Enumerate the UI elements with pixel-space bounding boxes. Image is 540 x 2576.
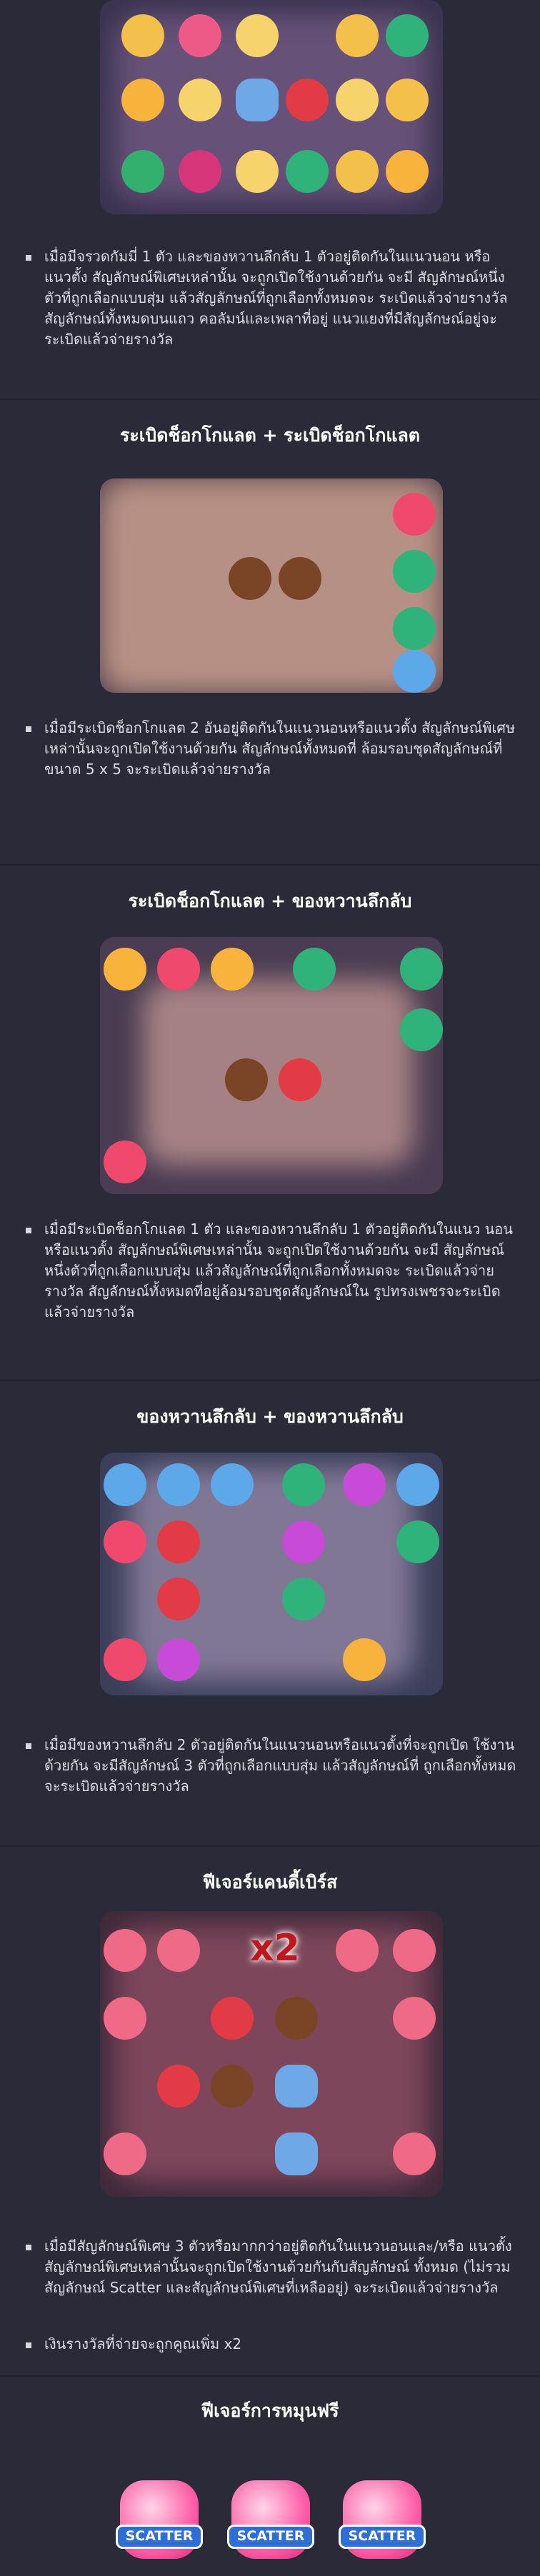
candy-icon [179, 14, 221, 57]
scatter-label: SCATTER [227, 2525, 314, 2549]
star-candy-icon [104, 1520, 146, 1563]
candy-icon [336, 1929, 379, 1972]
section-title: ฟีเจอร์แคนดี้เบิร์ส [202, 1872, 338, 1893]
mystery-candy-icon [157, 1520, 200, 1563]
candy-icon [104, 2133, 146, 2175]
rocket-icon [275, 2133, 318, 2175]
candy-icon [121, 14, 164, 57]
candy-icon [157, 1463, 200, 1506]
game-board-illustration [100, 1453, 443, 1695]
section-title: ของหวานลึกลับ + ของหวานลึกลับ [136, 1406, 404, 1427]
candy-icon [386, 79, 429, 121]
candy-icon [121, 150, 164, 193]
candy-icon [121, 79, 164, 121]
star-candy-icon [104, 1141, 146, 1183]
candy-icon [157, 1929, 200, 1972]
candy-icon [179, 79, 221, 121]
game-board-illustration: x2 [100, 1911, 443, 2197]
rule-text: เมื่อมีระเบิดช็อกโกแลต 2 อันอยู่ติดกันใน… [26, 718, 517, 780]
scatter-icon: SCATTER [116, 2480, 203, 2559]
multiplier-badge: x2 [250, 1927, 300, 1970]
candy-icon [396, 1520, 439, 1563]
candy-icon [393, 650, 436, 693]
candy-icon [336, 79, 379, 121]
candy-icon [336, 150, 379, 193]
chocolate-bomb-icon [211, 2065, 254, 2108]
mystery-candy-icon [279, 1058, 321, 1101]
scatter-label: SCATTER [116, 2525, 203, 2549]
section-choco-mystery: ระเบิดช็อกโกแลต + ของหวานลึกลับ เมื่อมีร… [0, 866, 540, 1380]
candy-icon [293, 948, 336, 991]
chocolate-bomb-icon [229, 557, 271, 600]
scatter-icon: SCATTER [227, 2480, 314, 2559]
rocket-icon [236, 79, 279, 121]
candy-icon [104, 948, 146, 991]
rule-text: เมื่อมีของหวานลึกลับ 2 ตัวอยู่ติดกันในแน… [26, 1735, 517, 1797]
mystery-candy-icon [286, 79, 329, 121]
rocket-icon [275, 2065, 318, 2108]
candy-icon [104, 1997, 146, 2040]
section-mystery-mystery: ของหวานลึกลับ + ของหวานลึกลับ เมื่อมีของ… [0, 1381, 540, 1845]
candy-icon [336, 14, 379, 57]
rule-text: เมื่อมีสัญลักษณ์พิเศษ 3 ตัวหรือมากกว่าอย… [26, 2236, 517, 2298]
candy-icon [343, 1463, 386, 1506]
candy-icon [286, 150, 329, 193]
mystery-candy-icon [211, 1997, 254, 2040]
candy-icon [343, 1638, 386, 1681]
candy-icon [282, 1520, 325, 1563]
section-title: ฟีเจอร์การหมุนฟรี [201, 2400, 339, 2421]
candy-icon [393, 607, 436, 650]
game-board-illustration [100, 478, 443, 693]
candy-icon [386, 150, 429, 193]
section-free-spins: ฟีเจอร์การหมุนฟรี SCATTER SCATTER SCATTE… [0, 2377, 540, 2576]
candy-icon [157, 948, 200, 991]
candy-icon [393, 1929, 436, 1972]
candy-icon [104, 1638, 146, 1681]
section-choco-choco: ระเบิดช็อกโกแลต + ระเบิดช็อกโกแลต เมื่อม… [0, 400, 540, 864]
chocolate-bomb-icon [225, 1058, 268, 1101]
candy-icon [396, 1463, 439, 1506]
candy-icon [393, 1997, 436, 2040]
mystery-candy-icon [157, 1578, 200, 1620]
candy-icon [400, 948, 443, 991]
star-candy-icon [393, 493, 436, 536]
rule-text: เงินรางวัลที่จ่ายจะถูกคูณเพิ่ม x2 [26, 2334, 517, 2355]
candy-icon [104, 1929, 146, 1972]
game-board-illustration [100, 937, 443, 1194]
candy-icon [393, 550, 436, 593]
section-title: ระเบิดช็อกโกแลต + ของหวานลึกลับ [128, 891, 412, 911]
section-candy-burst: ฟีเจอร์แคนดี้เบิร์ส x2 เมื่อมีสัญลักษณ์พ… [0, 1847, 540, 2375]
chocolate-bomb-icon [275, 1997, 318, 2040]
mystery-candy-icon [157, 2065, 200, 2108]
candy-icon [386, 14, 429, 57]
rule-text: เมื่อมีระเบิดช็อกโกแลต 1 ตัว และของหวานล… [26, 1219, 517, 1323]
scatter-icon: SCATTER [339, 2480, 426, 2559]
candy-icon [211, 1463, 254, 1506]
candy-icon [282, 1578, 325, 1620]
candy-icon [179, 150, 221, 193]
rule-text: เมื่อมีจรวดกัมมี่ 1 ตัว และของหวานลึกลับ… [26, 246, 517, 350]
scatter-label: SCATTER [339, 2525, 426, 2549]
section-combo-rocket-mystery: เมื่อมีจรวดกัมมี่ 1 ตัว และของหวานลึกลับ… [0, 0, 540, 389]
candy-icon [104, 1463, 146, 1506]
candy-icon [393, 2133, 436, 2175]
candy-icon [157, 1638, 200, 1681]
chocolate-bomb-icon [279, 557, 321, 600]
candy-icon [236, 150, 279, 193]
game-board-illustration [100, 0, 443, 214]
candy-icon [236, 14, 279, 57]
candy-icon [211, 948, 254, 991]
candy-icon [282, 1463, 325, 1506]
section-title: ระเบิดช็อกโกแลต + ระเบิดช็อกโกแลต [119, 425, 421, 446]
candy-icon [400, 1008, 443, 1051]
